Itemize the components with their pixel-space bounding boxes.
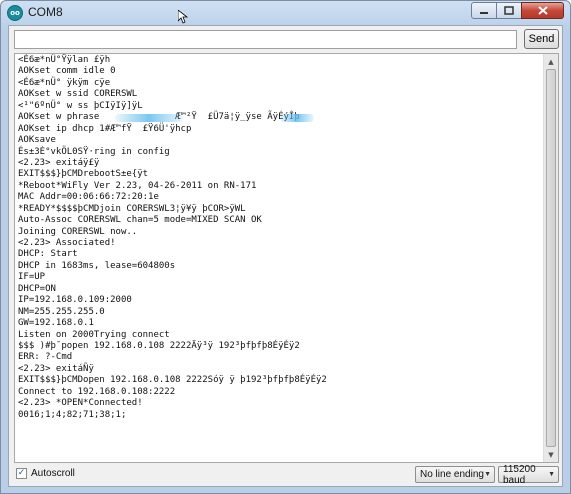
- title-bar[interactable]: oo COM8: [1, 1, 570, 25]
- output-line: EXIT$$$}þCMDopen 192.168.0.108 2222Sóÿ ÿ…: [18, 375, 327, 386]
- baud-rate-select[interactable]: 115200 baud ▼: [498, 464, 559, 486]
- chevron-down-icon: ▼: [484, 471, 491, 478]
- serial-monitor-window: oo COM8 Send <É6æ*nÜ°Ÿÿlan £ÿh AOKset com…: [0, 0, 571, 494]
- close-icon: [537, 6, 548, 15]
- output-line: GW=192.168.0.1: [18, 318, 94, 329]
- output-line: $$$ )#þ¯popen 192.168.0.108 2222Äÿ³ÿ 192…: [18, 340, 300, 351]
- serial-send-input[interactable]: [14, 30, 517, 49]
- output-line: <2.23> exitáÿ£ÿ: [18, 157, 100, 168]
- output-line: *Reboot*WiFly Ver 2.23, 04-26-2011 on RN…: [18, 180, 257, 191]
- output-line: <É6æ*nÜ°Ÿÿlan £ÿh: [18, 55, 111, 65]
- close-button[interactable]: [521, 2, 564, 19]
- output-line: EXIT$$$}þCMDrebootS±e{ÿt: [18, 169, 149, 180]
- scrollbar-thumb[interactable]: [546, 69, 556, 447]
- output-line: IF=UP: [18, 272, 46, 283]
- output-line: AOKset ip dhcp 1#Æ™fŸ £Ÿ6Ü'ÿhcp: [18, 123, 192, 134]
- window-title: COM8: [28, 5, 63, 19]
- vertical-scrollbar[interactable]: ▲ ▼: [543, 54, 558, 462]
- minimize-icon: [480, 11, 488, 14]
- window-controls: [471, 2, 564, 20]
- monitor-client-area: Send <É6æ*nÜ°Ÿÿlan £ÿh AOKset comm idle 0…: [8, 25, 563, 487]
- line-ending-select[interactable]: No line ending ▼: [415, 466, 495, 483]
- output-line: DHCP=ON: [18, 283, 56, 294]
- output-line: MAC Addr=00:06:66:72:20:1e: [18, 192, 159, 203]
- output-line: Joining CORERSWL now..: [18, 226, 138, 237]
- output-line: Auto-Assoc CORERSWL chan=5 mode=MIXED SC…: [18, 215, 262, 226]
- output-line: 0016;1;4;82;71;38;1;: [18, 409, 127, 420]
- serial-output-area[interactable]: <É6æ*nÜ°Ÿÿlan £ÿh AOKset comm idle 0 <É6æ*…: [14, 53, 559, 463]
- output-line: AOKset w ssid CORERSWL: [18, 89, 138, 100]
- chevron-down-icon: ▼: [548, 471, 555, 478]
- bottom-bar: ✓ Autoscroll No line ending ▼ 115200 bau…: [14, 464, 559, 486]
- output-line: ERR: ?-Cmd: [18, 352, 73, 363]
- output-line: IP=192.168.0.109:2000: [18, 295, 132, 306]
- maximize-icon: [504, 6, 514, 15]
- autoscroll-toggle[interactable]: ✓ Autoscroll: [16, 468, 75, 479]
- arduino-icon: oo: [7, 5, 23, 21]
- output-line: AOKset comm idle 0: [18, 66, 116, 77]
- output-lines: <É6æ*nÜ°Ÿÿlan £ÿh AOKset comm idle 0 <É6æ*…: [18, 55, 538, 421]
- output-line: <É6æ*nÜ° ÿkÿm cÿe: [18, 77, 111, 88]
- autoscroll-label: Autoscroll: [31, 468, 75, 479]
- output-line: DHCP in 1683ms, lease=604800s: [18, 260, 176, 271]
- send-button[interactable]: Send: [524, 29, 559, 49]
- output-line: NM=255.255.255.0: [18, 306, 105, 317]
- redaction-blur: [280, 114, 314, 123]
- redaction-blur: [115, 114, 183, 123]
- scroll-down-icon[interactable]: ▼: [545, 448, 557, 461]
- output-line: Listen on 2000Trying connect: [18, 329, 170, 340]
- output-line: *READY*$$$$þCMDjoin CORERSWL3¦ÿ¥ÿ þCOR>ÿ…: [18, 203, 246, 214]
- mouse-cursor-icon: [178, 10, 188, 24]
- maximize-button[interactable]: [496, 2, 522, 19]
- output-line: <2.23> exitáÑÿ: [18, 363, 94, 374]
- line-ending-value: No line ending: [420, 469, 484, 480]
- output-line: AOKset w phrase Æ™²Ÿ £Ü7ä¦ÿ_ÿse ÃÿÉýÎþ: [18, 112, 538, 123]
- output-line: <¹"6ºnÜ° w ss þCIÿIÿ]ÿL: [18, 100, 143, 111]
- minimize-button[interactable]: [471, 2, 497, 19]
- autoscroll-checkbox[interactable]: ✓: [16, 468, 27, 479]
- output-line: AOKsave: [18, 135, 56, 146]
- output-line: <2.23> *OPEN*Connected!: [18, 398, 143, 409]
- scroll-up-icon[interactable]: ▲: [545, 55, 557, 68]
- output-line: DHCP: Start: [18, 249, 78, 260]
- output-line: És±3È°vkÖL0SŸ·ring in config: [18, 146, 170, 157]
- output-line: Connect to 192.168.0.108:2222: [18, 386, 176, 397]
- output-line: <2.23> Associated!: [18, 238, 116, 248]
